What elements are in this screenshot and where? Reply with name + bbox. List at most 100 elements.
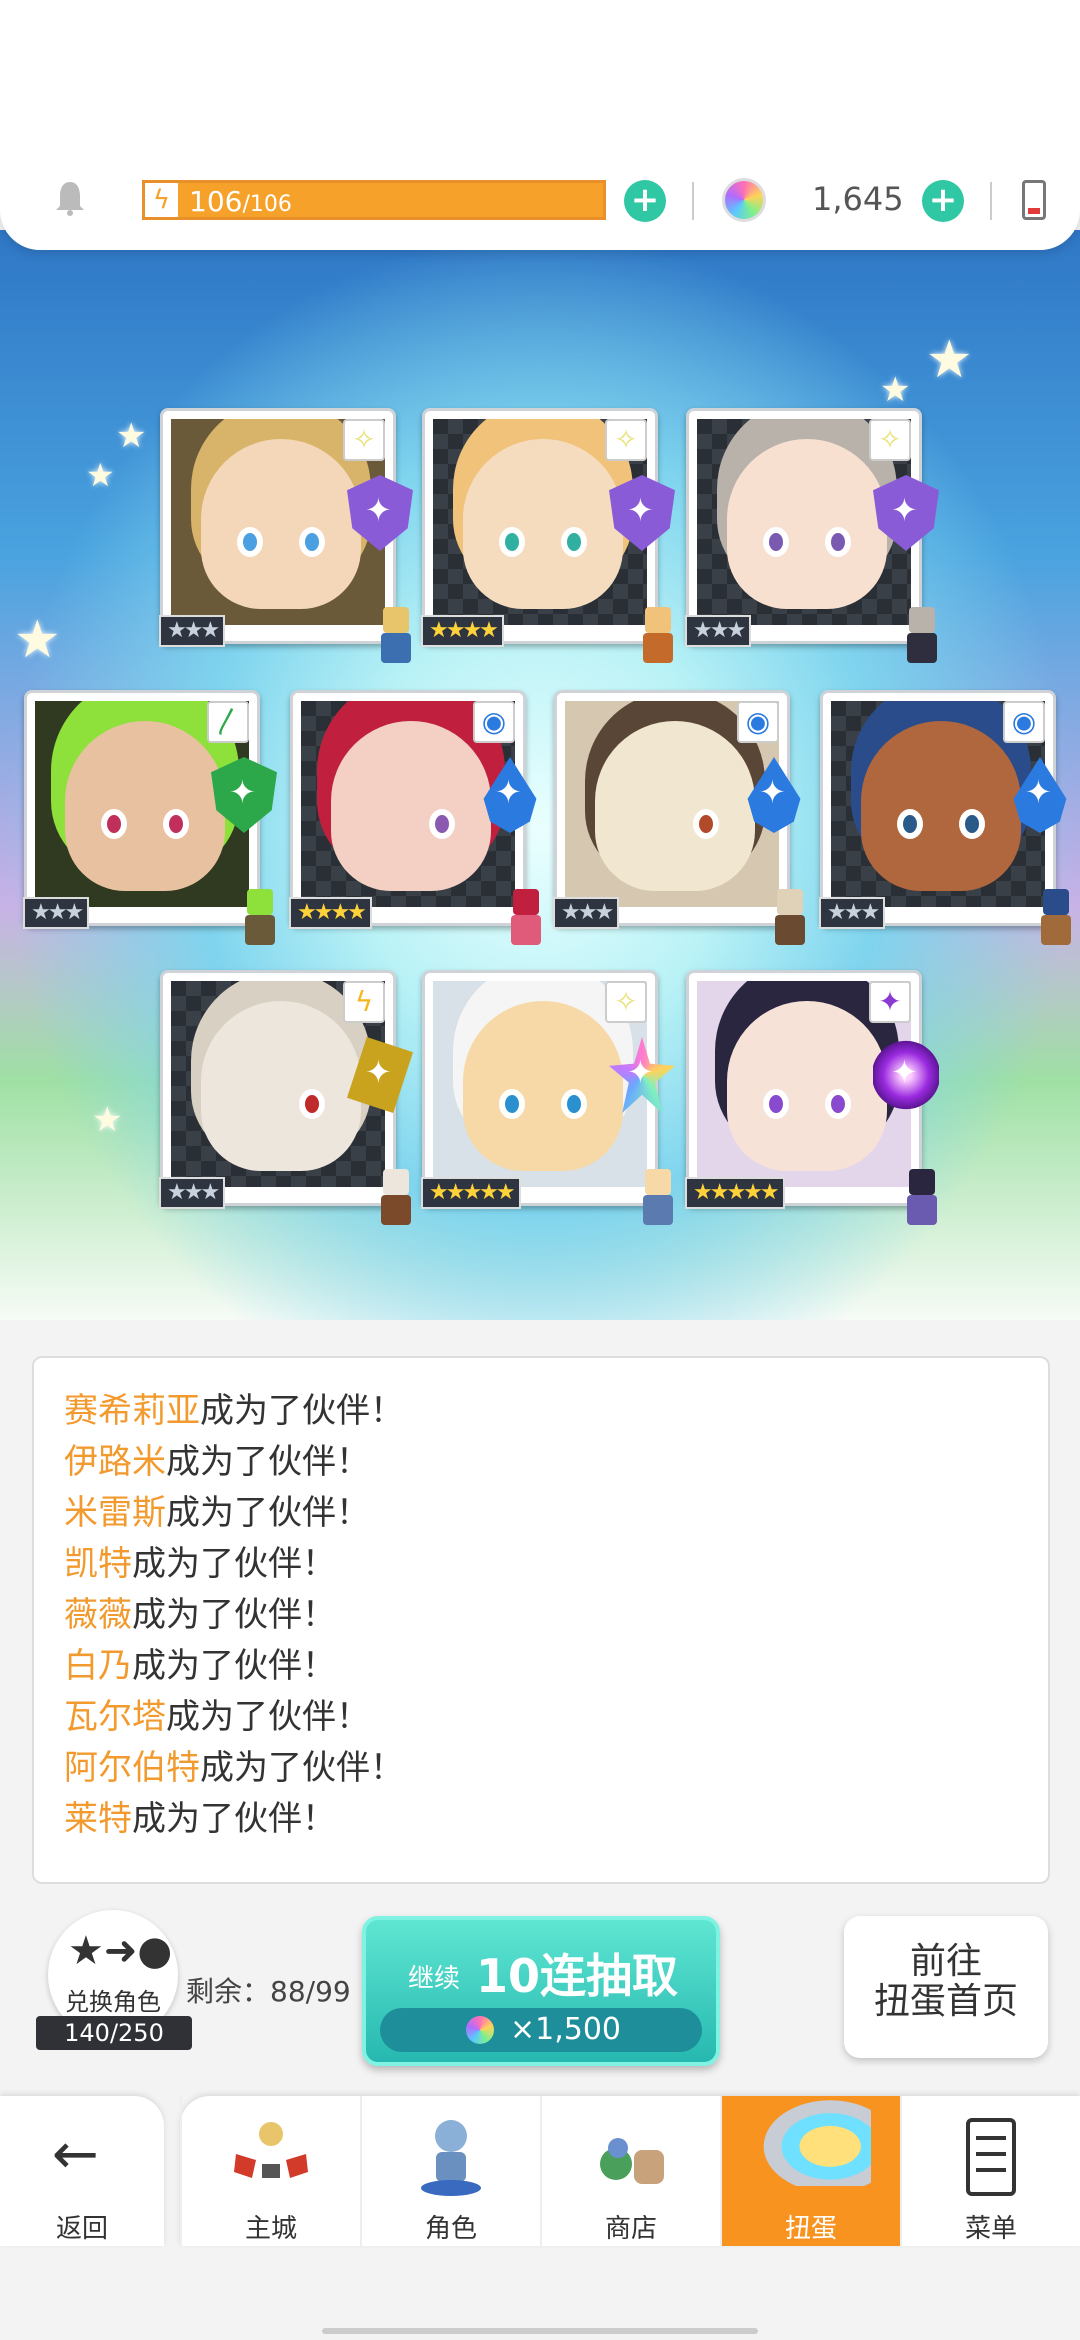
character-card[interactable]: ◉ ★★★ [553, 690, 805, 945]
character-card[interactable]: ✧ ★★★ [685, 408, 939, 663]
bolt-icon: ϟ [145, 183, 181, 217]
tab-shop[interactable]: 商店 [540, 2096, 720, 2246]
character-portrait [727, 1001, 887, 1171]
add-gem-plus-icon[interactable]: + [922, 180, 964, 222]
tab-label: 菜单 [964, 2214, 1017, 2244]
battery-icon [1022, 180, 1046, 220]
system-home-bar [0, 2250, 1080, 2340]
character-card[interactable]: ϟ ★★★ [159, 970, 413, 1225]
log-suffix: 成为了伙伴！ [166, 1697, 370, 1737]
character-name: 凯特 [64, 1544, 132, 1584]
nav-tabs: 主城 角色 商店 扭蛋 菜单 [180, 2096, 1080, 2246]
log-line: 赛希莉亚成为了伙伴！ [64, 1386, 1018, 1437]
character-sprite-icon [373, 607, 419, 667]
character-card[interactable]: ✧ ★★★ [159, 408, 413, 663]
goto-label-line2: 扭蛋首页 [873, 1981, 1018, 2022]
remaining-count: 剩余：88/99 [186, 1975, 351, 2008]
log-line: 莱特成为了伙伴！ [64, 1794, 1018, 1845]
tab-character[interactable]: 角色 [360, 2096, 540, 2246]
log-suffix: 成为了伙伴！ [200, 1748, 404, 1788]
dark-element-icon: ✦ [869, 981, 911, 1023]
bell-icon[interactable] [50, 178, 90, 218]
sparkle-icon: ★ [116, 416, 147, 456]
tab-label: 扭蛋 [784, 2214, 837, 2244]
exchange-icon: ★➜● [68, 1928, 173, 1974]
water-element-icon: ◉ [473, 701, 515, 743]
character-card[interactable]: ✧ ★★★★ [421, 408, 675, 663]
character-sprite-icon [635, 1169, 681, 1229]
tab-main-city[interactable]: 主城 [180, 2096, 360, 2246]
light-element-icon: ✧ [869, 419, 911, 461]
summon-label: 10连抽取 [476, 1949, 679, 2003]
character-name: 莱特 [64, 1799, 132, 1839]
character-sprite-icon [899, 1169, 945, 1229]
character-name: 米雷斯 [64, 1493, 166, 1533]
add-stamina-plus-icon[interactable]: + [624, 180, 666, 222]
character-icon [421, 2120, 481, 2196]
exchange-character-button[interactable]: ★➜● 兑换角色 140/250 [36, 1910, 192, 2060]
shop-icon [600, 2138, 664, 2184]
character-portrait [331, 721, 491, 891]
sparkle-icon: ★ [14, 610, 61, 670]
sparkle-icon: ★ [880, 370, 911, 410]
tab-menu[interactable]: 菜单 [900, 2096, 1080, 2246]
stamina-bar: ϟ 106/106 [142, 180, 606, 220]
character-portrait [201, 439, 361, 609]
character-card[interactable]: ◉ ★★★★ [289, 690, 541, 945]
back-button[interactable]: ← 返回 [0, 2096, 164, 2246]
water-element-icon: ◉ [737, 701, 779, 743]
character-sprite-icon [1033, 889, 1079, 949]
tab-gacha[interactable]: 扭蛋 [720, 2096, 900, 2246]
currency-count: 1,645 [812, 180, 904, 218]
sparkle-icon: ★ [86, 456, 115, 494]
back-label: 返回 [55, 2214, 108, 2244]
home-indicator[interactable] [322, 2328, 758, 2334]
log-line: 伊路米成为了伙伴！ [64, 1437, 1018, 1488]
character-name: 赛希莉亚 [64, 1391, 200, 1431]
log-suffix: 成为了伙伴！ [166, 1442, 370, 1482]
log-suffix: 成为了伙伴！ [132, 1646, 336, 1686]
character-name: 薇薇 [64, 1595, 132, 1635]
bottom-nav: ← 返回 主城 角色 商店 扭蛋 菜单 [0, 2096, 1080, 2246]
character-card[interactable]: ◉ ★★★ [819, 690, 1071, 945]
log-suffix: 成为了伙伴！ [200, 1391, 404, 1431]
character-sprite-icon [503, 889, 549, 949]
character-sprite-icon [767, 889, 813, 949]
character-card[interactable]: ✦ ★★★★★ [685, 970, 939, 1225]
character-name: 白乃 [64, 1646, 132, 1686]
log-suffix: 成为了伙伴！ [132, 1799, 336, 1839]
wind-element-icon: 〳 [207, 701, 249, 743]
continue-10-pull-button[interactable]: 继续 10连抽取 ×1,500 [362, 1916, 720, 2066]
log-line: 米雷斯成为了伙伴！ [64, 1488, 1018, 1539]
character-card[interactable]: 〳 ★★★ [23, 690, 277, 945]
tab-label: 商店 [604, 2214, 657, 2244]
exchange-count: 140/250 [36, 2016, 192, 2050]
divider [692, 182, 694, 220]
exchange-label: 兑换角色 [65, 1988, 161, 2016]
character-portrait [463, 439, 623, 609]
character-name: 伊路米 [64, 1442, 166, 1482]
gacha-icon [763, 2100, 871, 2186]
log-line: 薇薇成为了伙伴！ [64, 1590, 1018, 1641]
sparkle-icon: ★ [92, 1100, 123, 1140]
character-sprite-icon [899, 607, 945, 667]
goto-gacha-home-button[interactable]: 前往 扭蛋首页 [844, 1916, 1048, 2058]
character-portrait [65, 721, 225, 891]
status-bar: ϟ 106/106 + 1,645 + [0, 0, 1080, 250]
thunder-element-icon: ϟ [343, 981, 385, 1023]
tab-label: 主城 [244, 2214, 297, 2244]
rarity-stars: ★★★ [819, 897, 886, 929]
summon-cost: ×1,500 [380, 2008, 702, 2052]
character-sprite-icon [237, 889, 283, 949]
rarity-stars: ★★★★ [289, 897, 372, 929]
menu-icon [966, 2118, 1016, 2196]
character-sprite-icon [635, 607, 681, 667]
light-element-icon: ✧ [343, 419, 385, 461]
log-line: 瓦尔塔成为了伙伴！ [64, 1692, 1018, 1743]
log-line: 阿尔伯特成为了伙伴！ [64, 1743, 1018, 1794]
character-card[interactable]: ✧ ★★★★★ [421, 970, 675, 1225]
character-portrait [595, 721, 755, 891]
character-portrait [861, 721, 1021, 891]
goto-label-line1: 前往 [909, 1941, 982, 1982]
continue-label: 继续 [408, 1964, 461, 1994]
